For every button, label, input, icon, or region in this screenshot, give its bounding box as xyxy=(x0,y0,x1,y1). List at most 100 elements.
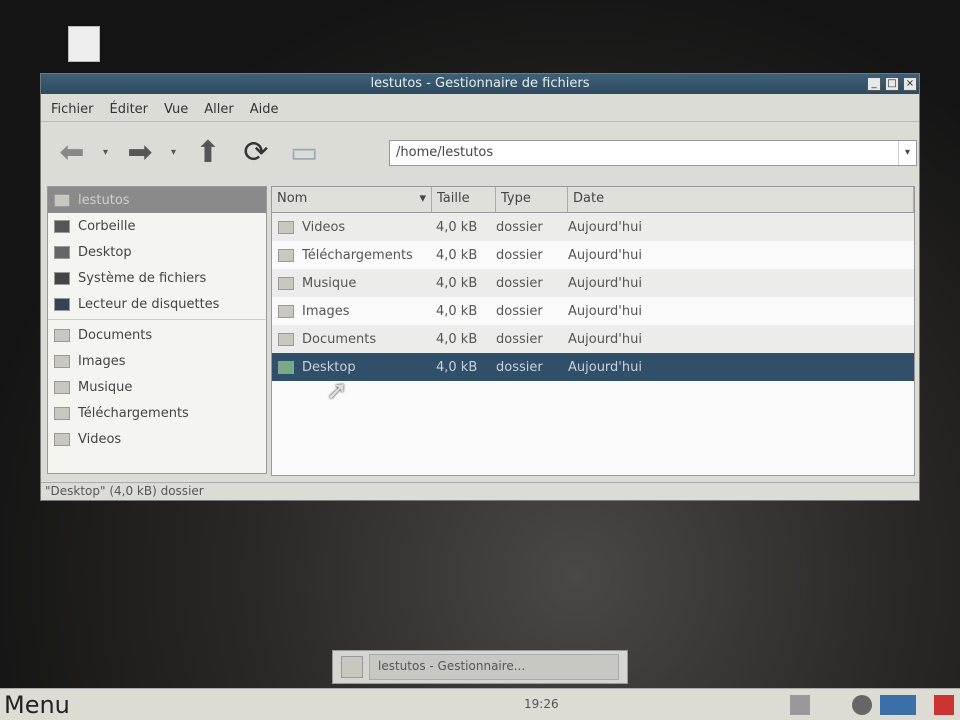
file-date: Aujourd'hui xyxy=(568,359,642,375)
sidebar-item-trash[interactable]: Corbeille xyxy=(48,213,266,239)
column-type[interactable]: Type xyxy=(496,187,568,212)
minimize-button[interactable]: _ xyxy=(867,77,881,91)
close-button[interactable]: × xyxy=(903,77,917,91)
status-bar: "Desktop" (4,0 kB) dossier xyxy=(41,482,919,500)
address-value: /home/lestutos xyxy=(396,145,494,160)
trash-icon xyxy=(54,219,70,233)
power-icon[interactable] xyxy=(934,695,954,715)
task-file-manager[interactable]: lestutos - Gestionnaire... xyxy=(369,654,619,680)
bookmark-videos[interactable]: Videos xyxy=(48,426,266,452)
sidebar-item-home[interactable]: lestutos xyxy=(48,187,266,213)
menu-vue[interactable]: Vue xyxy=(164,102,188,117)
file-size: 4,0 kB xyxy=(436,247,478,263)
home-folder-icon xyxy=(54,193,70,207)
file-type: dossier xyxy=(496,275,543,291)
sidebar-item-label: lestutos xyxy=(78,192,130,208)
file-row[interactable]: Videos 4,0 kB dossier Aujourd'hui xyxy=(272,213,914,241)
sidebar-item-label: Desktop xyxy=(78,244,132,260)
column-headers: Nom ▾ Taille Type Date xyxy=(272,187,914,213)
file-size: 4,0 kB xyxy=(436,331,478,347)
folder-icon xyxy=(54,328,70,342)
file-type: dossier xyxy=(496,303,543,319)
mouse-cursor-icon: ➚ xyxy=(326,376,348,406)
file-type: dossier xyxy=(496,219,543,235)
back-arrow-icon[interactable]: ⬅ xyxy=(55,135,89,170)
sidebar-item-filesystem[interactable]: Système de fichiers xyxy=(48,265,266,291)
file-size: 4,0 kB xyxy=(436,219,478,235)
file-rows: Videos 4,0 kB dossier Aujourd'hui Télécharg… xyxy=(272,213,914,381)
folder-icon xyxy=(278,276,294,290)
file-size: 4,0 kB xyxy=(436,275,478,291)
file-type: dossier xyxy=(496,359,543,375)
bookmark-documents[interactable]: Documents xyxy=(48,322,266,348)
file-name: Musique xyxy=(302,275,357,291)
file-row[interactable]: Images 4,0 kB dossier Aujourd'hui xyxy=(272,297,914,325)
toolbar: ⬅ ▾ ➡ ▾ ⬆ ⟳ ▭ /home/lestutos ▾ xyxy=(41,126,919,178)
bookmark-musique[interactable]: Musique xyxy=(48,374,266,400)
file-list: Nom ▾ Taille Type Date Videos 4,0 kB dossie… xyxy=(271,186,915,476)
file-name: Desktop xyxy=(302,359,356,375)
file-row-selected[interactable]: Desktop 4,0 kB dossier Aujourd'hui xyxy=(272,353,914,381)
bookmark-telechargements[interactable]: Téléchargements xyxy=(48,400,266,426)
file-date: Aujourd'hui xyxy=(568,331,642,347)
column-date[interactable]: Date xyxy=(568,187,914,212)
file-row[interactable]: Documents 4,0 kB dossier Aujourd'hui xyxy=(272,325,914,353)
menu-editer[interactable]: Éditer xyxy=(110,102,149,117)
address-dropdown-icon[interactable]: ▾ xyxy=(898,141,916,165)
bookmark-images[interactable]: Images xyxy=(48,348,266,374)
bookmark-label: Musique xyxy=(78,379,133,395)
file-row[interactable]: Téléchargements 4,0 kB dossier Aujourd'hui xyxy=(272,241,914,269)
column-taille[interactable]: Taille xyxy=(432,187,496,212)
home-folder-icon[interactable]: ▭ xyxy=(287,135,321,170)
column-nom[interactable]: Nom ▾ xyxy=(272,187,432,212)
task-switcher: lestutos - Gestionnaire... xyxy=(332,650,628,684)
title-bar[interactable]: lestutos - Gestionnaire de fichiers _ □ … xyxy=(41,74,919,94)
workspace-pager[interactable] xyxy=(880,695,916,715)
up-arrow-icon[interactable]: ⬆ xyxy=(191,135,225,170)
menu-aller[interactable]: Aller xyxy=(204,102,233,117)
folder-icon xyxy=(54,406,70,420)
drive-icon xyxy=(54,271,70,285)
sidebar-item-desktop[interactable]: Desktop xyxy=(48,239,266,265)
folder-icon xyxy=(278,248,294,262)
folder-icon xyxy=(278,332,294,346)
menu-bar: Fichier Éditer Vue Aller Aide xyxy=(41,96,919,122)
maximize-button[interactable]: □ xyxy=(885,77,899,91)
window-title: lestutos - Gestionnaire de fichiers xyxy=(370,76,590,91)
file-date: Aujourd'hui xyxy=(568,219,642,235)
menu-aide[interactable]: Aide xyxy=(250,102,279,117)
file-name: Téléchargements xyxy=(302,247,413,263)
folder-icon xyxy=(54,432,70,446)
reload-icon[interactable]: ⟳ xyxy=(239,135,273,170)
volume-icon[interactable] xyxy=(852,695,872,715)
back-dropdown-icon[interactable]: ▾ xyxy=(103,147,109,158)
floppy-icon xyxy=(54,297,70,311)
sidebar-item-label: Système de fichiers xyxy=(78,270,207,286)
sidebar: lestutos Corbeille Desktop Système de fi… xyxy=(47,186,267,474)
column-label: Nom xyxy=(277,191,308,206)
desktop-icon xyxy=(54,245,70,259)
desktop-file-icon[interactable] xyxy=(68,26,100,62)
menu-fichier[interactable]: Fichier xyxy=(51,102,94,117)
file-type: dossier xyxy=(496,247,543,263)
file-name: Images xyxy=(302,303,350,319)
sidebar-item-floppy[interactable]: Lecteur de disquettes xyxy=(48,291,266,317)
folder-icon xyxy=(278,304,294,318)
file-name: Videos xyxy=(302,219,346,235)
file-date: Aujourd'hui xyxy=(568,275,642,291)
file-size: 4,0 kB xyxy=(436,303,478,319)
show-desktop-icon[interactable] xyxy=(341,656,363,678)
file-type: dossier xyxy=(496,331,543,347)
bookmark-label: Videos xyxy=(78,431,122,447)
start-menu-button[interactable]: Menu xyxy=(4,691,70,719)
forward-dropdown-icon[interactable]: ▾ xyxy=(171,147,177,158)
forward-arrow-icon[interactable]: ➡ xyxy=(123,135,157,170)
network-icon[interactable] xyxy=(790,695,810,715)
folder-icon xyxy=(54,354,70,368)
file-date: Aujourd'hui xyxy=(568,303,642,319)
address-bar[interactable]: /home/lestutos ▾ xyxy=(389,140,917,166)
file-name: Documents xyxy=(302,331,377,347)
taskbar: Menu 19:26 xyxy=(0,688,960,720)
bookmark-label: Téléchargements xyxy=(78,405,189,421)
file-row[interactable]: Musique 4,0 kB dossier Aujourd'hui xyxy=(272,269,914,297)
